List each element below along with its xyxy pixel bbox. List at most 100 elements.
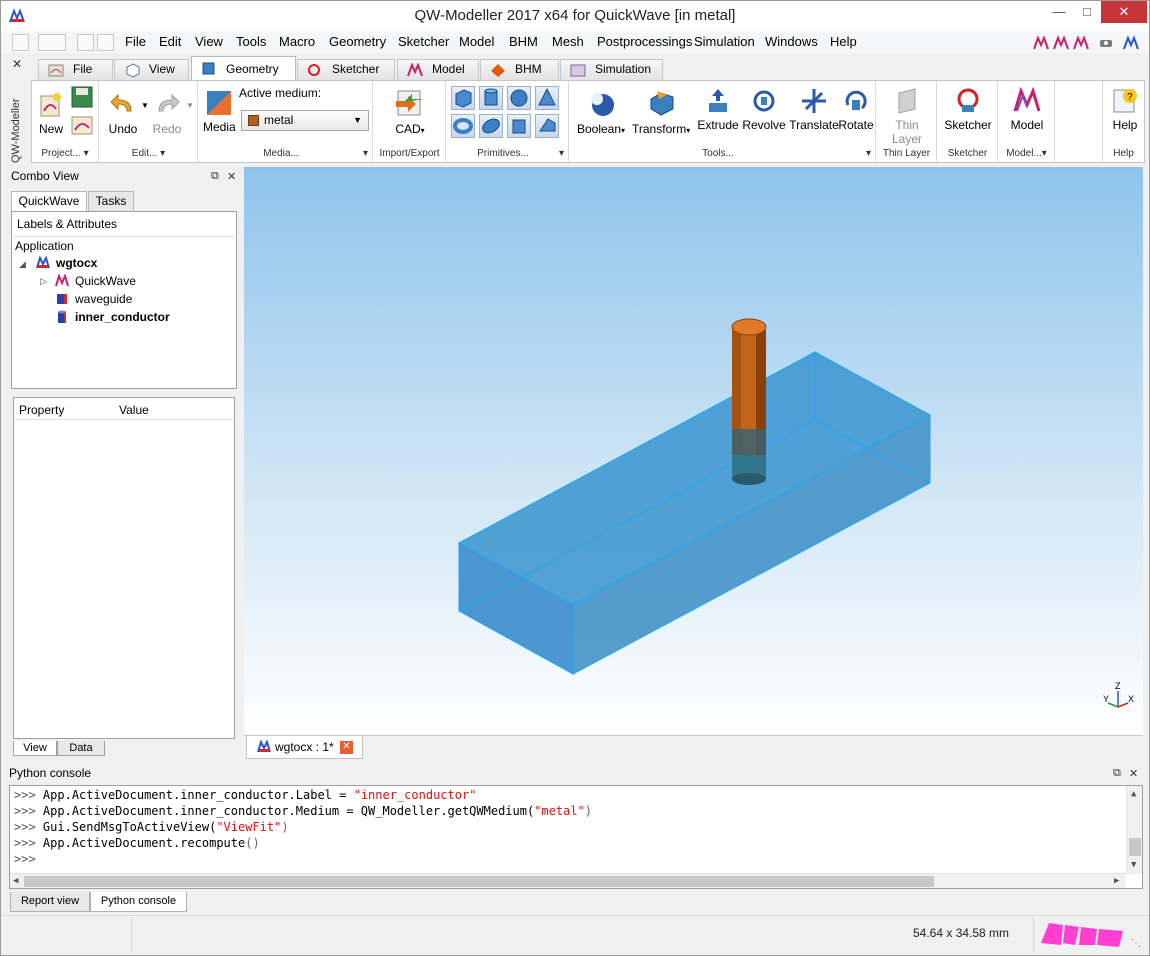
- ellipsoid-primitive-icon[interactable]: [479, 114, 503, 138]
- horizontal-scroll-thumb[interactable]: [24, 876, 934, 887]
- labels-attributes-header: Labels & Attributes: [17, 217, 118, 231]
- float-panel-icon[interactable]: ⧉: [211, 170, 219, 183]
- app-window: QW-Modeller 2017 x64 for QuickWave [in m…: [0, 0, 1150, 956]
- quick-save-icon[interactable]: [77, 34, 94, 51]
- tree-item-document[interactable]: wgtocx: [36, 256, 97, 270]
- prism-primitive-icon[interactable]: [507, 114, 531, 138]
- 3d-viewport[interactable]: Z Y X: [244, 167, 1143, 735]
- model-button[interactable]: Model: [1001, 87, 1053, 132]
- save-icon[interactable]: [70, 85, 94, 109]
- vertical-scroll-thumb[interactable]: [1129, 838, 1141, 856]
- minimize-button[interactable]: —: [1044, 1, 1074, 23]
- tab-quickwave[interactable]: QuickWave: [11, 191, 87, 211]
- quick-open-icon[interactable]: [38, 34, 66, 51]
- redo-dropdown-icon[interactable]: ▼: [186, 101, 194, 110]
- close-document-icon[interactable]: ✕: [340, 741, 353, 754]
- console-vertical-scrollbar[interactable]: ▲ ▼: [1126, 786, 1142, 874]
- maximize-button[interactable]: □: [1072, 1, 1102, 23]
- tab-data-bottom[interactable]: Data: [57, 741, 105, 756]
- extrude-button[interactable]: Extrude: [696, 87, 740, 132]
- thin-layer-button[interactable]: Thin Layer: [879, 87, 935, 146]
- tab-report-view[interactable]: Report view: [10, 892, 90, 912]
- float-console-icon[interactable]: ⧉: [1113, 767, 1121, 780]
- python-console[interactable]: >>> App.ActiveDocument.inner_conductor.L…: [9, 785, 1143, 889]
- scroll-left-icon[interactable]: ◀: [13, 876, 18, 886]
- scroll-down-icon[interactable]: ▼: [1131, 860, 1136, 870]
- tree-item-inner-conductor[interactable]: inner_conductor: [55, 310, 170, 324]
- tab-view[interactable]: View: [114, 59, 189, 80]
- undo-button[interactable]: Undo: [106, 91, 140, 136]
- cad-button[interactable]: CAD▾: [392, 87, 428, 136]
- property-column-header: Property: [19, 403, 65, 417]
- open-icon[interactable]: [70, 113, 94, 137]
- quick-new-icon[interactable]: [12, 34, 29, 51]
- menu-mesh[interactable]: Mesh: [552, 34, 584, 49]
- translate-button[interactable]: Translate: [788, 87, 840, 132]
- collapse-arrow-icon[interactable]: ◢: [19, 259, 26, 270]
- resize-grip-icon[interactable]: ⋱: [1131, 938, 1141, 949]
- menu-tools[interactable]: Tools: [236, 34, 266, 49]
- close-console-icon[interactable]: ✕: [1129, 767, 1138, 780]
- media-button[interactable]: Media: [203, 89, 236, 134]
- sketcher-group-label: Sketcher: [947, 148, 988, 159]
- transform-button[interactable]: Transform▾: [632, 87, 690, 136]
- tree-item-quickwave[interactable]: QuickWave: [55, 274, 136, 288]
- tree-item-waveguide[interactable]: waveguide: [55, 292, 132, 306]
- help-button[interactable]: ? Help: [1105, 87, 1145, 132]
- boolean-button[interactable]: Boolean▾: [576, 87, 626, 136]
- active-medium-select[interactable]: metal ▼: [241, 110, 369, 131]
- console-input-line[interactable]: >>>: [14, 852, 36, 866]
- tab-bhm[interactable]: BHM: [480, 59, 559, 80]
- sphere-primitive-icon[interactable]: [507, 86, 531, 110]
- menu-geometry[interactable]: Geometry: [329, 34, 386, 49]
- menu-postprocessings[interactable]: Postprocessings: [597, 34, 692, 49]
- menu-bhm[interactable]: BHM: [509, 34, 538, 49]
- undo-dropdown-icon[interactable]: ▼: [141, 101, 149, 110]
- quick-save-as-icon[interactable]: [97, 34, 114, 51]
- close-panel-icon[interactable]: ✕: [227, 170, 236, 183]
- console-horizontal-scrollbar[interactable]: ◀ ▶: [10, 873, 1126, 888]
- menu-sketcher[interactable]: Sketcher: [398, 34, 449, 49]
- scroll-up-icon[interactable]: ▲: [1131, 789, 1136, 799]
- menu-model[interactable]: Model: [459, 34, 494, 49]
- new-button[interactable]: New: [36, 91, 66, 136]
- menu-macro[interactable]: Macro: [279, 34, 315, 49]
- tab-model[interactable]: Model: [397, 59, 479, 80]
- tab-file[interactable]: File: [38, 59, 113, 80]
- tab-python-console[interactable]: Python console: [90, 892, 187, 912]
- menu-simulation[interactable]: Simulation: [694, 34, 755, 49]
- console-line-2: >>> App.ActiveDocument.inner_conductor.M…: [14, 804, 593, 818]
- tab-geometry[interactable]: Geometry: [191, 56, 296, 81]
- tree-root-application[interactable]: Application: [15, 239, 74, 253]
- tab-simulation[interactable]: Simulation: [560, 59, 663, 80]
- tab-geometry-label: Geometry: [226, 62, 279, 76]
- sketcher-button[interactable]: Sketcher: [940, 87, 996, 132]
- menu-help[interactable]: Help: [830, 34, 857, 49]
- menu-view[interactable]: View: [195, 34, 223, 49]
- menu-edit[interactable]: Edit: [159, 34, 181, 49]
- qw-editor-icon[interactable]: [1033, 35, 1049, 51]
- document-tab[interactable]: wgtocx : 1* ✕: [246, 736, 363, 759]
- about-icon[interactable]: [1123, 35, 1139, 51]
- wedge-primitive-icon[interactable]: [535, 114, 559, 138]
- revolve-button[interactable]: Revolve: [741, 87, 787, 132]
- menu-file[interactable]: File: [125, 34, 146, 49]
- tab-view-bottom[interactable]: View: [13, 741, 57, 756]
- scroll-right-icon[interactable]: ▶: [1114, 876, 1119, 886]
- redo-button[interactable]: Redo: [150, 91, 184, 136]
- menu-windows[interactable]: Windows: [765, 34, 818, 49]
- ribbon-close-icon[interactable]: ✕: [12, 57, 22, 71]
- expand-arrow-icon[interactable]: ▷: [40, 276, 47, 287]
- qw-simulator-icon[interactable]: [1053, 35, 1069, 51]
- qwed-logo-icon: [1041, 923, 1123, 947]
- rotate-button[interactable]: Rotate: [836, 87, 876, 132]
- close-window-button[interactable]: ✕: [1101, 1, 1147, 23]
- torus-primitive-icon[interactable]: [451, 114, 475, 138]
- settings-icon[interactable]: [1098, 35, 1114, 51]
- cone-primitive-icon[interactable]: [535, 86, 559, 110]
- cylinder-primitive-icon[interactable]: [479, 86, 503, 110]
- box-primitive-icon[interactable]: [451, 86, 475, 110]
- qw-view-icon[interactable]: [1073, 35, 1089, 51]
- tab-tasks[interactable]: Tasks: [88, 191, 134, 211]
- tab-sketcher[interactable]: Sketcher: [297, 59, 395, 80]
